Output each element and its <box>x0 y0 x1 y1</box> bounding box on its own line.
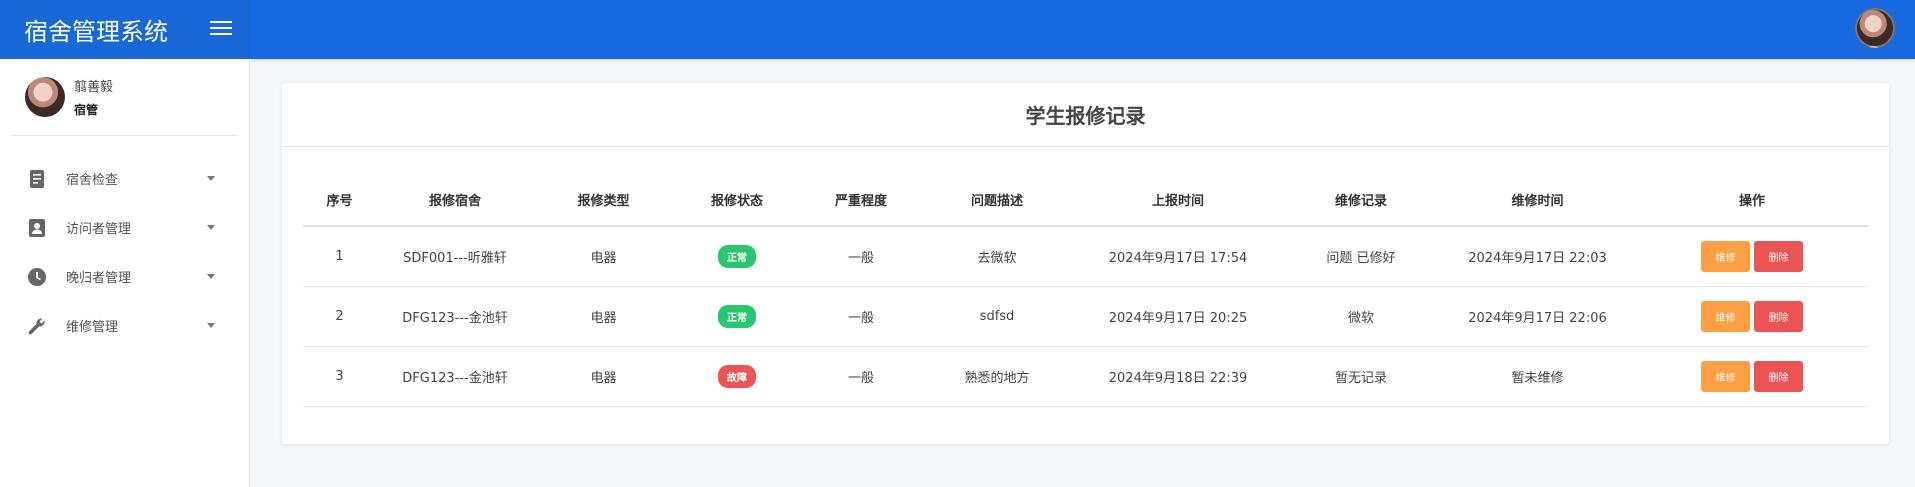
chevron-down-icon <box>207 225 215 230</box>
chevron-down-icon <box>207 323 215 328</box>
cell-severity: 一般 <box>801 286 921 347</box>
sidebar-item-repair[interactable]: 维修管理 <box>0 301 249 350</box>
repair-table: 序号 报修宿舍 报修类型 报修状态 严重程度 问题描述 上报时间 维修记录 维修… <box>303 173 1868 407</box>
header-repair-record: 维修记录 <box>1283 173 1439 227</box>
hamburger-icon[interactable] <box>210 17 232 39</box>
user-name: 翦善毅 <box>74 80 114 95</box>
sidebar-nav: 宿舍检查 访问者管理 晚归者管理 维修管理 <box>0 154 249 350</box>
sidebar-item-label: 晚归者管理 <box>66 271 132 286</box>
cell-status: 正常 <box>673 286 801 347</box>
contact-card-icon <box>28 218 46 237</box>
user-panel: 翦善毅 宿管 <box>12 59 237 136</box>
cell-room: SDF001---听雅轩 <box>376 226 534 287</box>
cell-repair-record: 问题 已修好 <box>1283 226 1439 287</box>
sidebar-item-label: 维修管理 <box>66 320 119 335</box>
repair-button[interactable]: 维修 <box>1701 360 1750 392</box>
table-row: 1 SDF001---听雅轩 电器 正常 一般 去微软 2024年9月17日 1… <box>303 226 1868 287</box>
sidebar-item-label: 访问者管理 <box>66 222 132 237</box>
header-id: 序号 <box>303 173 376 227</box>
table-header-row: 序号 报修宿舍 报修类型 报修状态 严重程度 问题描述 上报时间 维修记录 维修… <box>303 173 1868 227</box>
cell-actions: 维修 删除 <box>1636 226 1868 287</box>
cell-description: 去微软 <box>921 226 1073 287</box>
action-group: 维修 删除 <box>1636 240 1868 272</box>
delete-button[interactable]: 删除 <box>1754 300 1803 332</box>
header-description: 问题描述 <box>921 173 1073 227</box>
cell-id: 1 <box>303 226 376 287</box>
wrench-icon <box>28 317 46 335</box>
cell-report-time: 2024年9月17日 17:54 <box>1073 226 1283 287</box>
cell-actions: 维修 删除 <box>1636 286 1868 347</box>
sidebar-item-late-return[interactable]: 晚归者管理 <box>0 252 249 301</box>
cell-status: 正常 <box>673 226 801 287</box>
cell-status: 故障 <box>673 346 801 407</box>
sidebar-item-dorm-check[interactable]: 宿舍检查 <box>0 154 249 203</box>
user-info: 翦善毅 宿管 <box>74 76 113 118</box>
header-repair-time: 维修时间 <box>1439 173 1636 227</box>
cell-description: sdfsd <box>921 286 1073 347</box>
user-role: 宿管 <box>74 103 99 117</box>
cell-actions: 维修 删除 <box>1636 346 1868 407</box>
header-type: 报修类型 <box>534 173 673 227</box>
cell-severity: 一般 <box>801 226 921 287</box>
cell-repair-time: 暂未维修 <box>1439 346 1636 407</box>
book-icon <box>28 169 46 188</box>
cell-severity: 一般 <box>801 346 921 407</box>
cell-repair-record: 暂无记录 <box>1283 346 1439 407</box>
delete-button[interactable]: 删除 <box>1754 240 1803 272</box>
cell-repair-time: 2024年9月17日 22:06 <box>1439 286 1636 347</box>
sidebar-item-label: 宿舍检查 <box>66 173 119 188</box>
table-row: 3 DFG123---金池轩 电器 故障 一般 熟悉的地方 2024年9月18日… <box>303 346 1868 407</box>
table-row: 2 DFG123---金池轩 电器 正常 一般 sdfsd 2024年9月17日… <box>303 286 1868 347</box>
cell-report-time: 2024年9月18日 22:39 <box>1073 346 1283 407</box>
sidebar: 翦善毅 宿管 宿舍检查 访问者管理 晚归者管理 维修管理 <box>0 59 250 487</box>
cell-report-time: 2024年9月17日 20:25 <box>1073 286 1283 347</box>
status-badge: 故障 <box>718 364 756 388</box>
top-navbar <box>210 0 1915 59</box>
app-title: 宿舍管理系统 <box>24 18 168 46</box>
cell-description: 熟悉的地方 <box>921 346 1073 407</box>
action-group: 维修 删除 <box>1636 300 1868 332</box>
repair-records-card: 学生报修记录 序号 报修宿舍 报修类型 报修状态 严重程度 问题描述 上报时间 … <box>282 83 1889 444</box>
card-header: 学生报修记录 <box>282 83 1889 147</box>
chevron-down-icon <box>207 176 215 181</box>
cell-id: 3 <box>303 346 376 407</box>
action-group: 维修 删除 <box>1636 360 1868 392</box>
avatar <box>25 77 65 117</box>
repair-button[interactable]: 维修 <box>1701 240 1750 272</box>
cell-room: DFG123---金池轩 <box>376 346 534 407</box>
repair-button[interactable]: 维修 <box>1701 300 1750 332</box>
cell-repair-time: 2024年9月17日 22:03 <box>1439 226 1636 287</box>
cell-type: 电器 <box>534 226 673 287</box>
clock-icon <box>28 267 46 286</box>
header-actions: 操作 <box>1636 173 1868 227</box>
cell-room: DFG123---金池轩 <box>376 286 534 347</box>
status-badge: 正常 <box>718 244 756 268</box>
header-room: 报修宿舍 <box>376 173 534 227</box>
delete-button[interactable]: 删除 <box>1754 360 1803 392</box>
user-avatar[interactable] <box>1855 8 1895 48</box>
cell-type: 电器 <box>534 346 673 407</box>
header-severity: 严重程度 <box>801 173 921 227</box>
header-report-time: 上报时间 <box>1073 173 1283 227</box>
cell-repair-record: 微软 <box>1283 286 1439 347</box>
sidebar-item-visitor[interactable]: 访问者管理 <box>0 203 249 252</box>
page-title: 学生报修记录 <box>1025 104 1146 128</box>
header-status: 报修状态 <box>673 173 801 227</box>
status-badge: 正常 <box>718 304 756 328</box>
chevron-down-icon <box>207 274 215 279</box>
cell-id: 2 <box>303 286 376 347</box>
cell-type: 电器 <box>534 286 673 347</box>
